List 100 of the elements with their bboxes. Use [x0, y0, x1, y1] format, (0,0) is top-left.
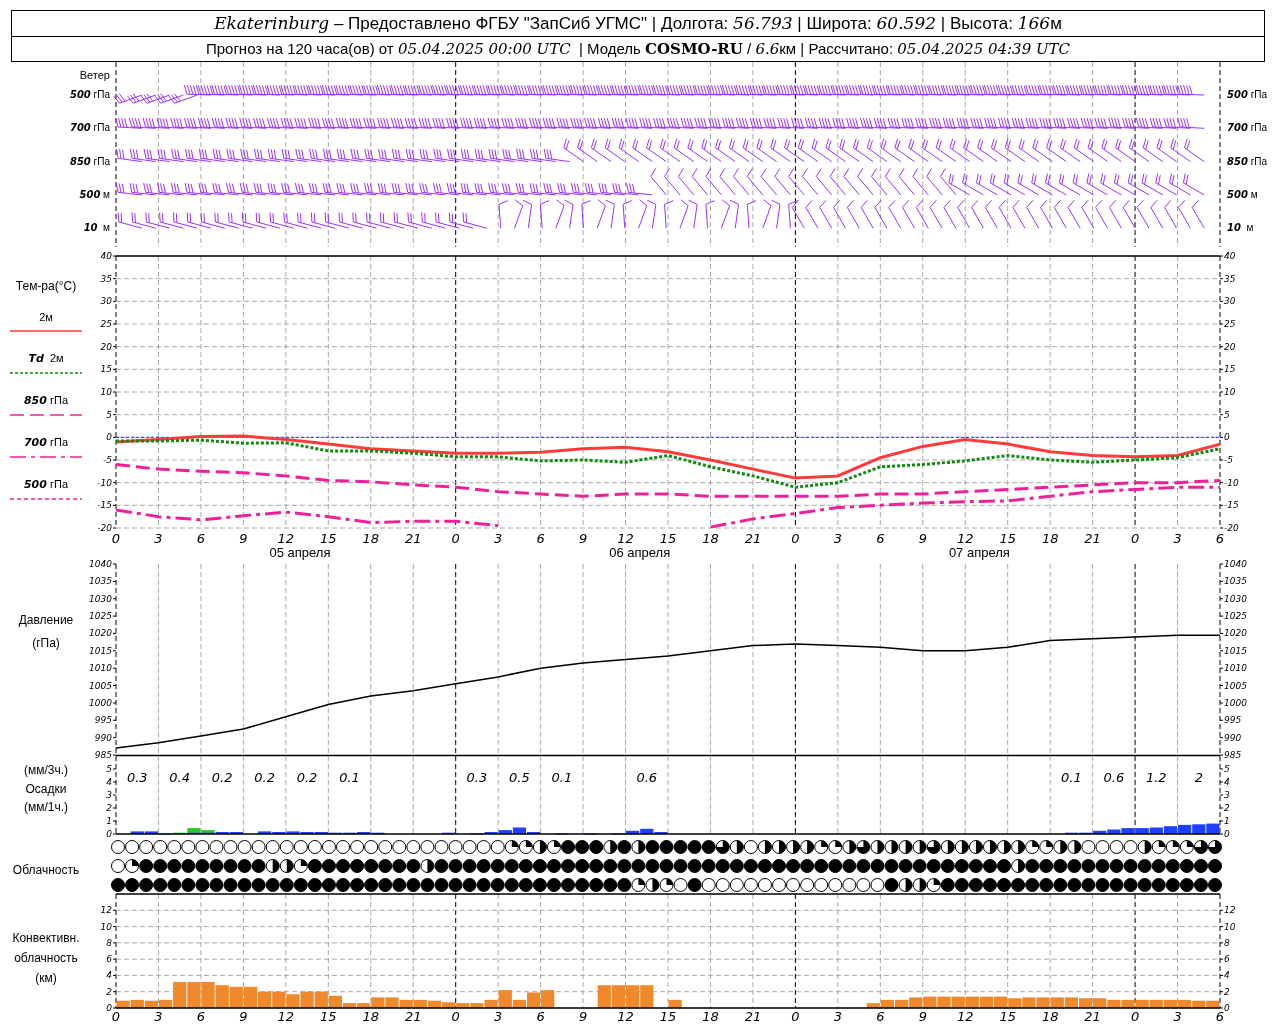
- axis-tick-label: 6: [196, 1009, 206, 1024]
- axis-tick-label: 30: [100, 296, 112, 307]
- axis-unit: (гПа): [32, 635, 60, 652]
- axis-tick-label: 990: [94, 733, 112, 744]
- axis-tick-label: 985: [94, 750, 112, 761]
- axis-tick-label: 0: [111, 531, 121, 546]
- axis-tick-label: 1025: [1224, 611, 1247, 622]
- level-label: 500 гПа: [1227, 88, 1268, 102]
- axis-tick-label: 5: [106, 410, 112, 421]
- level-label: 10 м: [83, 221, 110, 236]
- axis-tick-label: 4: [106, 970, 112, 981]
- axis-tick-label: 5: [106, 764, 112, 775]
- header-text: Прогноз на 120 часа(ов) от 05.04.2025 00:00 UTC | Модель COSMO-RU / 6.6км | Рассчитано: 05.04.2025 04:39 UTC: [205, 40, 1071, 58]
- precipitation-total: 0.6: [636, 770, 658, 785]
- axis-tick-label: 2: [1224, 803, 1230, 814]
- axis-tick-label: 6: [536, 1009, 545, 1024]
- axis-tick-label: 990: [1224, 733, 1242, 744]
- axis-tick-label: 0: [1130, 531, 1140, 546]
- axis-tick-label: -20: [1224, 523, 1239, 534]
- precipitation-total: 0.3: [126, 770, 148, 785]
- axis-tick-label: 2: [1224, 987, 1230, 998]
- legend-label: 500 гПа: [23, 477, 69, 493]
- level-label: 500 м: [79, 187, 110, 202]
- axis-tick-label: 3: [106, 790, 112, 801]
- axis-tick-label: 21: [1084, 531, 1101, 546]
- precipitation-total: 0.5: [509, 770, 530, 785]
- precipitation-total: 0.3: [466, 770, 488, 785]
- axis-tick-label: 1035: [89, 576, 112, 587]
- panel-title: Конвективн.: [12, 930, 80, 948]
- axis-tick-label: 1015: [89, 646, 112, 657]
- axis-tick-label: 3: [833, 531, 842, 546]
- date-label: 06 апреля: [609, 545, 671, 560]
- axis-tick-label: 10: [1224, 922, 1236, 933]
- axis-tick-label: 1010: [89, 663, 112, 674]
- axis-tick-label: 18: [1041, 1009, 1059, 1024]
- axis-tick-label: 6: [1215, 531, 1225, 546]
- axis-tick-label: 12: [1224, 905, 1236, 916]
- axis-tick-label: 0: [451, 1009, 460, 1024]
- axis-tick-label: 1020: [89, 628, 112, 639]
- axis-tick-label: 9: [239, 531, 248, 546]
- panel-title: Осадки: [25, 781, 67, 798]
- precipitation-total: 2: [1194, 770, 1203, 785]
- axis-tick-label: 20: [1224, 342, 1236, 353]
- axis-tick-label: 3: [154, 531, 163, 546]
- panel-title: (мм/3ч.): [23, 762, 69, 780]
- axis-tick-label: 30: [1224, 296, 1236, 307]
- axis-tick-label: 10: [100, 387, 112, 398]
- axis-tick-label: 0: [451, 531, 460, 546]
- legend-label: 2м: [39, 310, 53, 325]
- panel-title: (км): [35, 970, 57, 988]
- axis-tick-label: 1: [1224, 816, 1230, 827]
- level-label: 500 гПа: [69, 88, 110, 102]
- axis-tick-label: -15: [1224, 500, 1239, 511]
- axis-tick-label: 1005: [89, 681, 112, 692]
- axis-tick-label: 1040: [89, 559, 112, 570]
- axis-tick-label: 3: [1224, 790, 1230, 801]
- precipitation-total: 0.4: [169, 770, 191, 785]
- axis-tick-label: 5: [1224, 410, 1230, 421]
- axis-tick-label: 4: [1224, 777, 1230, 788]
- axis-tick-label: 1030: [1224, 594, 1247, 605]
- axis-tick-label: 18: [702, 531, 719, 546]
- axis-tick-label: 18: [362, 531, 380, 546]
- level-label: 700 гПа: [1227, 121, 1268, 136]
- axis-tick-label: 3: [833, 1009, 842, 1024]
- axis-tick-label: 2: [106, 803, 112, 814]
- axis-tick-label: 1035: [1224, 576, 1247, 587]
- axis-tick-label: 1020: [1224, 628, 1247, 639]
- precipitation-total: 0.2: [211, 770, 233, 785]
- axis-tick-label: 1030: [89, 594, 112, 605]
- axis-tick-label: 15: [999, 531, 1016, 546]
- level-label: 10 м: [1227, 221, 1254, 236]
- axis-tick-label: 6: [876, 1009, 885, 1024]
- legend-label: Td 2м: [28, 351, 64, 367]
- axis-tick-label: 12: [100, 905, 112, 916]
- axis-tick-label: 8: [1224, 938, 1230, 949]
- axis-tick-label: -20: [97, 523, 112, 534]
- panel-title: Облачность: [12, 862, 80, 879]
- panel-title: (мм/1ч.): [23, 799, 69, 817]
- axis-tick-label: 10: [1224, 387, 1236, 398]
- axis-tick-label: 9: [239, 1009, 248, 1024]
- axis-tick-label: 12: [956, 1009, 974, 1024]
- axis-tick-label: 1040: [1224, 559, 1247, 570]
- axis-tick-label: 10: [100, 922, 112, 933]
- precipitation-total: 0.6: [1103, 770, 1125, 785]
- axis-tick-label: 4: [106, 777, 112, 788]
- axis-tick-label: 35: [100, 274, 112, 285]
- axis-tick-label: 12: [277, 531, 295, 546]
- axis-tick-label: 3: [494, 1009, 503, 1024]
- axis-tick-label: 15: [1224, 364, 1236, 375]
- precipitation-total: 0.1: [339, 770, 360, 785]
- level-label: 500 м: [1227, 187, 1258, 202]
- axis-tick-label: 18: [362, 1009, 380, 1024]
- header-text: Ekaterinburg – Предоставлено ФГБУ "ЗапСиб УГМС" | Долгота: 56.793 | Широта: 60.592 | Высота: 166м: [214, 13, 1062, 34]
- axis-tick-label: -15: [97, 500, 112, 511]
- axis-tick-label: 40: [100, 251, 112, 262]
- panel-title: Давление: [18, 612, 74, 629]
- axis-tick-label: 0: [1224, 432, 1230, 443]
- axis-tick-label: 9: [578, 531, 588, 546]
- axis-tick-label: 1000: [89, 698, 112, 709]
- axis-tick-label: 3: [154, 1009, 163, 1024]
